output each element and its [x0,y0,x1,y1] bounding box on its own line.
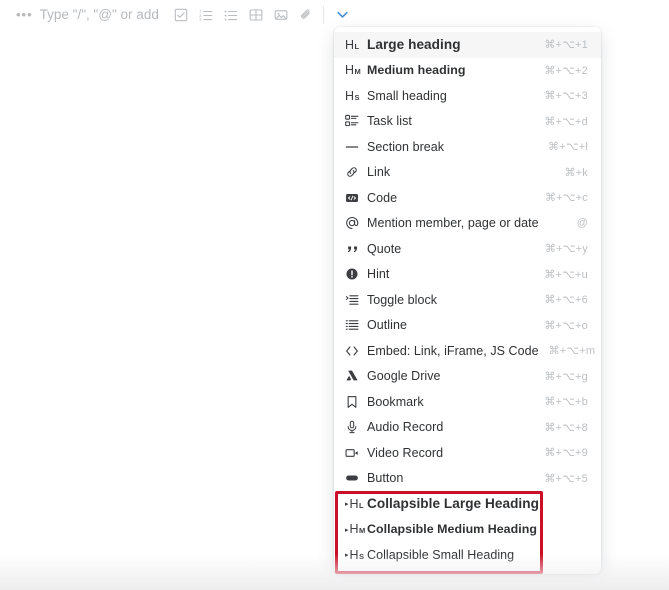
task-list-icon [345,114,367,128]
menu-item-code[interactable]: Code ⌘+⌥+c [334,185,601,211]
code-icon [345,191,367,205]
microphone-icon [345,420,367,434]
menu-item-outline[interactable]: Outline ⌘+⌥+o [334,313,601,339]
menu-item-google-drive[interactable]: Google Drive ⌘+⌥+g [334,364,601,390]
collapsible-heading-medium-icon: ▸ H M [345,522,366,536]
menu-item-medium-heading[interactable]: H M Medium heading ⌘+⌥+2 [334,58,601,84]
block-placeholder-text[interactable]: Type "/", "@" or add [40,7,159,22]
block-drag-handle[interactable]: ••• [16,8,33,21]
menu-item-label: Google Drive [367,369,441,384]
attachment-icon[interactable] [294,4,319,26]
section-break-icon [345,140,367,154]
hint-icon [345,267,367,281]
menu-item-label: Hint [367,267,390,282]
menu-item-link[interactable]: Link ⌘+k [334,160,601,186]
bullet-list-icon[interactable] [219,4,244,26]
menu-item-label: Mention member, page or date [367,216,539,231]
menu-item-collapsible-medium-heading[interactable]: ▸ H M Collapsible Medium Heading [334,517,601,543]
menu-item-shortcut: ⌘+⌥+y [544,243,588,256]
image-icon[interactable] [269,4,294,26]
menu-item-collapsible-large-heading[interactable]: ▸ H L Collapsible Large Heading [334,491,601,517]
menu-item-label: Collapsible Medium Heading [367,522,537,537]
menu-item-label: Audio Record [367,420,444,435]
menu-item-label: Quote [367,241,402,256]
bookmark-icon [345,395,367,409]
menu-item-label: Small heading [367,88,447,103]
page-bottom-gradient [0,554,669,590]
menu-item-shortcut: ⌘+⌥+2 [544,64,588,77]
menu-item-label: Collapsible Large Heading [367,496,539,512]
block-type-menu[interactable]: H L Large heading ⌘+⌥+1 H M Medium heading ⌘+⌥+… [334,27,601,574]
menu-item-task-list[interactable]: Task list ⌘+⌥+d [334,109,601,135]
menu-item-label: Task list [367,114,412,129]
menu-item-shortcut: ⌘+⌥+d [544,115,588,128]
menu-item-shortcut: ⌘+⌥+8 [544,421,588,434]
toggle-block-icon [345,293,367,307]
menu-item-embed-link-iframe-js-code[interactable]: Embed: Link, iFrame, JS Code ⌘+⌥+m [334,338,601,364]
menu-item-shortcut: ⌘+⌥+3 [544,90,588,103]
menu-item-label: Video Record [367,445,444,460]
menu-item-label: Medium heading [367,63,466,78]
menu-item-shortcut: ⌘+⌥+5 [544,472,588,485]
menu-item-label: Large heading [367,37,461,53]
chevron-down-icon[interactable] [331,4,355,26]
google-drive-icon [345,369,367,383]
menu-item-label: Section break [367,139,445,154]
menu-item-label: Link [367,165,391,180]
menu-item-button[interactable]: Button ⌘+⌥+5 [334,466,601,492]
embed-code-icon [345,344,367,358]
mention-at-icon [345,216,367,230]
menu-item-shortcut: ⌘+⌥+m [548,345,596,358]
quote-icon [345,242,367,256]
menu-item-shortcut: @ [576,217,588,230]
menu-item-shortcut: ⌘+⌥+c [544,192,588,205]
menu-item-label: Embed: Link, iFrame, JS Code [367,343,539,358]
button-icon [345,471,367,485]
menu-item-video-record[interactable]: Video Record ⌘+⌥+9 [334,440,601,466]
numbered-list-icon[interactable]: 123 [194,4,219,26]
collapsible-heading-large-icon: ▸ H L [345,496,364,511]
menu-item-hint[interactable]: Hint ⌘+⌥+u [334,262,601,288]
menu-item-small-heading[interactable]: H S Small heading ⌘+⌥+3 [334,83,601,109]
heading-small-icon: HS [345,88,360,103]
menu-item-shortcut: ⌘+⌥+g [544,370,588,383]
menu-item-label: Bookmark [367,394,424,409]
menu-item-shortcut: ⌘+⌥+9 [544,447,588,460]
toolbar-icon-group: 123 [169,4,355,26]
toolbar-divider [322,6,324,23]
menu-item-toggle-block[interactable]: Toggle block ⌘+⌥+6 [334,287,601,313]
menu-item-label: Outline [367,318,407,333]
menu-item-label: Code [367,190,398,205]
video-camera-icon [345,446,367,460]
menu-item-shortcut: ⌘+⌥+u [544,268,588,281]
menu-item-shortcut: ⌘+⌥+o [544,319,588,332]
heading-large-icon: HL [345,37,360,52]
menu-item-quote[interactable]: Quote ⌘+⌥+y [334,236,601,262]
outline-icon [345,318,367,332]
heading-medium-icon: HM [345,63,361,77]
table-icon[interactable] [244,4,269,26]
menu-item-shortcut: ⌘+⌥+6 [544,294,588,307]
svg-text:3: 3 [200,17,203,22]
menu-item-shortcut: ⌘+⌥+b [544,396,588,409]
menu-item-mention-member-page-or-date[interactable]: Mention member, page or date @ [334,211,601,237]
task-list-icon[interactable] [169,4,194,26]
menu-item-audio-record[interactable]: Audio Record ⌘+⌥+8 [334,415,601,441]
menu-item-label: Button [367,471,404,486]
menu-item-shortcut: ⌘+k [564,166,588,179]
menu-item-bookmark[interactable]: Bookmark ⌘+⌥+b [334,389,601,415]
editor-block-toolbar: ••• Type "/", "@" or add 123 [0,0,669,29]
menu-item-section-break[interactable]: Section break ⌘+⌥+l [334,134,601,160]
menu-item-shortcut: ⌘+⌥+l [548,141,588,154]
menu-item-shortcut: ⌘+⌥+1 [544,39,588,52]
menu-item-label: Toggle block [367,292,438,307]
link-icon [345,165,367,179]
menu-item-large-heading[interactable]: H L Large heading ⌘+⌥+1 [334,32,601,58]
